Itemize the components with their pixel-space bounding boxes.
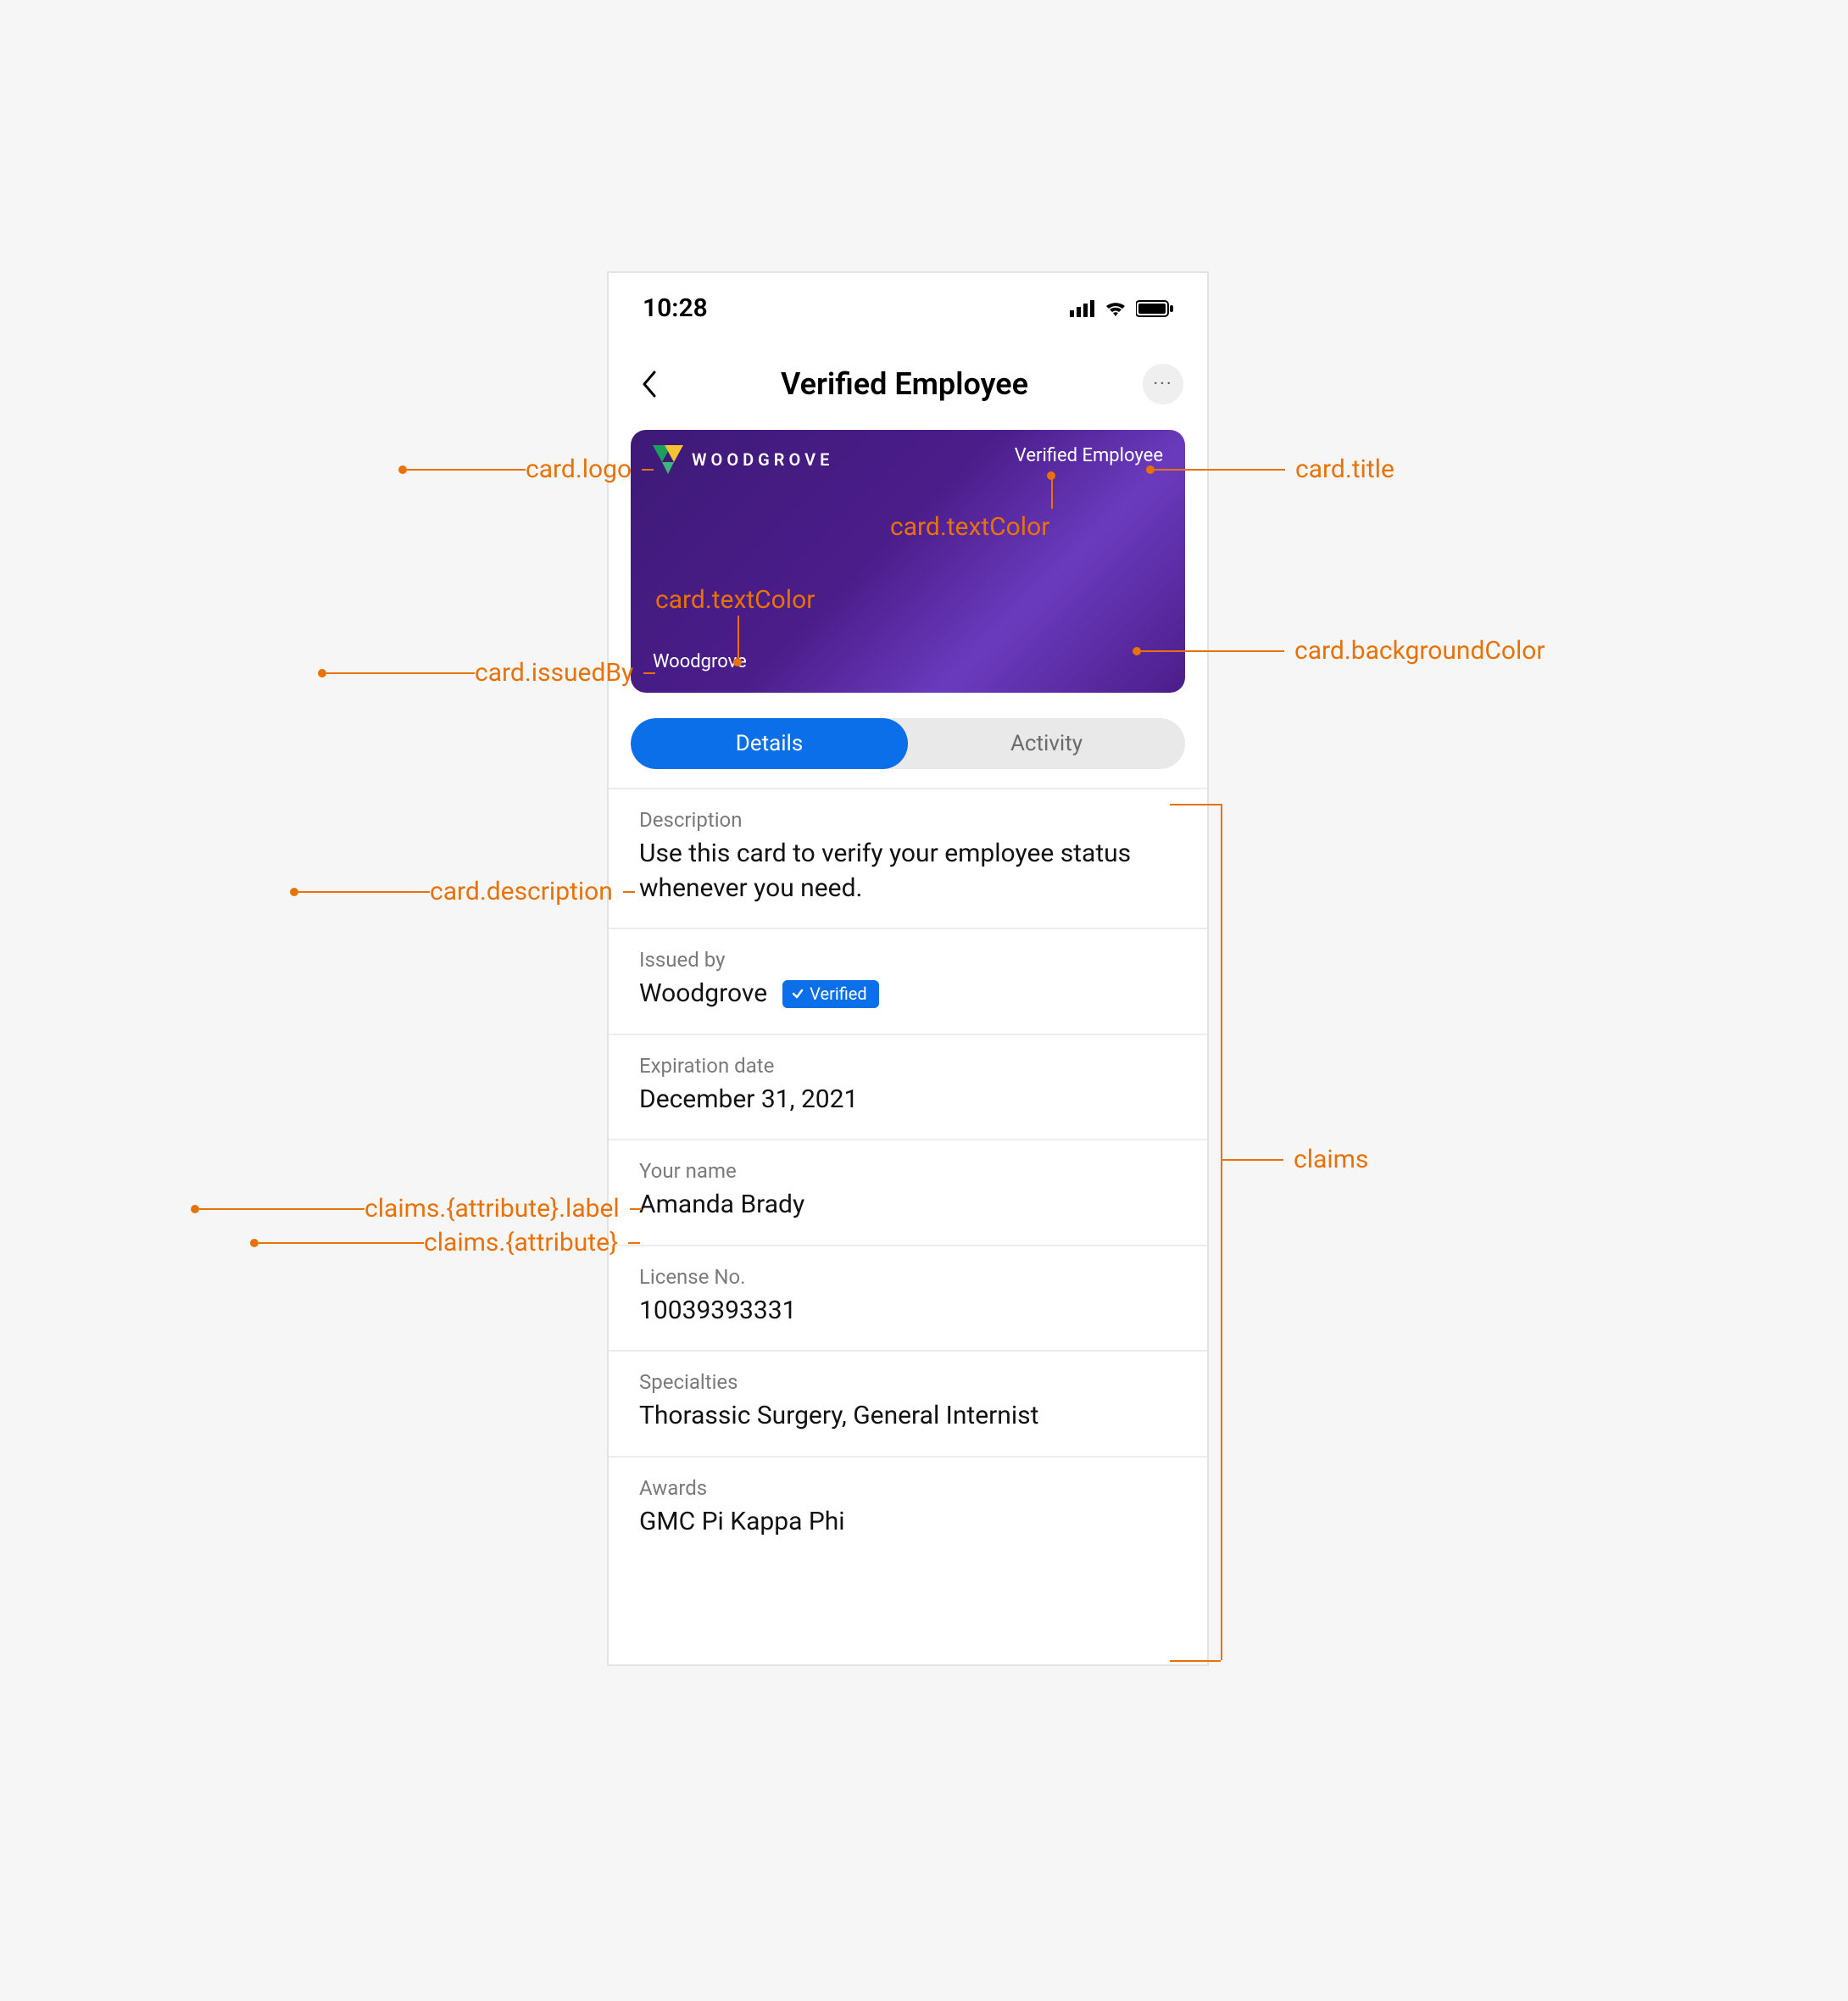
details-list: Description Use this card to verify your… — [609, 788, 1207, 1561]
annotation-line-textcolor-2 — [738, 616, 739, 658]
annotation-claims-bracket-bottom — [1170, 1660, 1221, 1662]
annotation-card-description: card.description — [290, 877, 635, 906]
more-button[interactable]: ··· — [1143, 364, 1183, 404]
card-logo: WOODGROVE — [653, 445, 833, 474]
verified-badge: Verified — [782, 980, 879, 1008]
annotation-claims-bracket-top — [1170, 804, 1221, 805]
section-expiration: Expiration date December 31, 2021 — [609, 1035, 1207, 1141]
status-icons — [1070, 300, 1173, 317]
status-bar: 10:28 — [609, 273, 1207, 338]
annotation-dot-textcolor-1 — [1047, 471, 1055, 480]
tab-details[interactable]: Details — [631, 718, 908, 769]
label-description: Description — [639, 808, 1177, 832]
annotation-card-issuedby: card.issuedBy — [318, 658, 655, 688]
status-time: 10:28 — [643, 293, 708, 323]
section-license: License No. 10039393331 — [609, 1246, 1207, 1352]
chevron-left-icon — [641, 371, 658, 398]
verified-badge-text: Verified — [810, 984, 867, 1004]
section-awards: Awards GMC Pi Kappa Phi — [609, 1458, 1207, 1562]
label-license: License No. — [639, 1265, 1177, 1289]
annotation-card-logo: card.logo — [398, 454, 654, 484]
annotation-card-title: card.title — [1146, 454, 1394, 484]
label-name: Your name — [639, 1159, 1177, 1183]
phone-frame: 10:28 Verified Employee ··· WOODGROVE Ve… — [607, 271, 1209, 1666]
annotation-claims-bracket-side — [1221, 804, 1222, 1660]
value-description: Use this card to verify your employee st… — [639, 837, 1177, 906]
value-license: 10039393331 — [639, 1294, 1177, 1329]
nav-row: Verified Employee ··· — [609, 338, 1207, 420]
label-expiration: Expiration date — [639, 1054, 1177, 1078]
check-icon — [791, 987, 804, 1000]
section-description: Description Use this card to verify your… — [609, 789, 1207, 929]
card-logo-text: WOODGROVE — [692, 449, 833, 470]
section-name: Your name Amanda Brady — [609, 1140, 1207, 1246]
battery-icon — [1136, 300, 1173, 317]
annotation-claims: claims — [1221, 1145, 1368, 1174]
value-expiration: December 31, 2021 — [639, 1083, 1177, 1118]
tabs: Details Activity — [631, 718, 1185, 769]
annotation-card-textcolor-2: card.textColor — [655, 585, 815, 615]
card-container: WOODGROVE Verified Employee Woodgrove — [609, 420, 1207, 710]
section-specialties: Specialties Thorassic Surgery, General I… — [609, 1352, 1207, 1458]
woodgrove-logo-icon — [653, 445, 687, 474]
wifi-icon — [1104, 300, 1127, 317]
back-button[interactable] — [632, 367, 666, 401]
annotation-line-textcolor-1 — [1051, 475, 1053, 509]
label-issued-by: Issued by — [639, 948, 1177, 972]
cellular-icon — [1070, 300, 1095, 317]
label-awards: Awards — [639, 1476, 1177, 1500]
annotation-card-textcolor-1: card.textColor — [890, 512, 1049, 542]
value-issued-by: Woodgrove — [639, 977, 767, 1012]
credential-card[interactable]: WOODGROVE Verified Employee Woodgrove — [631, 430, 1185, 693]
label-specialties: Specialties — [639, 1370, 1177, 1394]
value-name: Amanda Brady — [639, 1188, 1177, 1223]
section-issued-by: Issued by Woodgrove Verified — [609, 929, 1207, 1035]
value-awards: GMC Pi Kappa Phi — [639, 1505, 1177, 1540]
page-title: Verified Employee — [781, 366, 1028, 402]
card-title: Verified Employee — [1015, 445, 1163, 466]
annotation-claims-attr-label: claims.{attribute}.label — [191, 1194, 642, 1223]
tab-activity[interactable]: Activity — [908, 718, 1185, 769]
annotation-card-backgroundcolor: card.backgroundColor — [1133, 636, 1545, 666]
annotation-dot-textcolor-2 — [733, 658, 742, 666]
annotation-claims-attr: claims.{attribute} — [250, 1228, 640, 1257]
value-specialties: Thorassic Surgery, General Internist — [639, 1399, 1177, 1434]
